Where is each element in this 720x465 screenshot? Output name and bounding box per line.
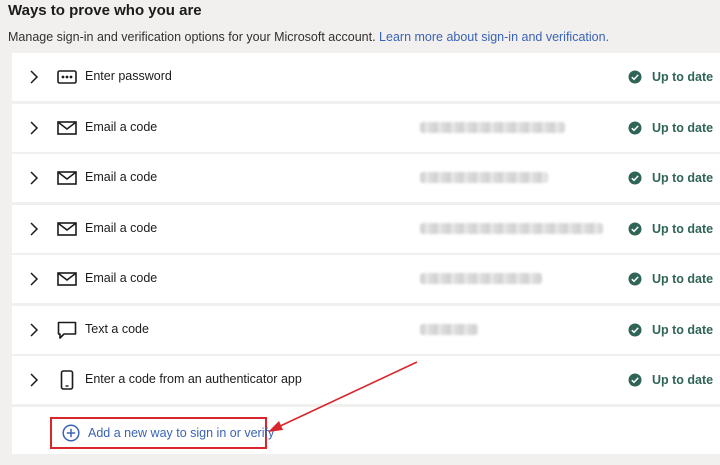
- status-text: Up to date: [652, 70, 714, 84]
- chevron-right-icon[interactable]: [28, 121, 40, 135]
- method-row-email[interactable]: Email a code Up to date: [12, 104, 720, 152]
- phone-icon: [60, 370, 74, 390]
- chevron-right-icon[interactable]: [28, 272, 40, 286]
- page-subtitle: Manage sign-in and verification options …: [8, 30, 609, 44]
- redacted-detail: [420, 273, 542, 284]
- status-text: Up to date: [652, 222, 714, 236]
- add-method-button[interactable]: Add a new way to sign in or verify: [50, 417, 274, 449]
- add-method-row: Add a new way to sign in or verify: [12, 407, 720, 454]
- add-method-label: Add a new way to sign in or verify: [88, 426, 275, 440]
- redacted-detail: [420, 324, 478, 335]
- status-badge: Up to date: [628, 221, 713, 237]
- check-circle-icon: [628, 222, 642, 236]
- method-label: Text a code: [85, 322, 149, 336]
- check-circle-icon: [628, 121, 642, 135]
- check-circle-icon: [628, 373, 642, 387]
- status-badge: Up to date: [628, 120, 713, 136]
- password-dots-icon: [57, 70, 77, 84]
- status-text: Up to date: [652, 121, 714, 135]
- check-circle-icon: [628, 70, 642, 84]
- method-label: Enter password: [85, 69, 172, 83]
- method-row-email[interactable]: Email a code Up to date: [12, 205, 720, 253]
- chat-bubble-icon: [57, 321, 77, 339]
- page-title: Ways to prove who you are: [8, 2, 202, 19]
- subtitle-text: Manage sign-in and verification options …: [8, 30, 376, 44]
- status-badge: Up to date: [628, 271, 713, 287]
- method-row-password[interactable]: Enter password Up to date: [12, 53, 720, 101]
- envelope-icon: [57, 171, 77, 185]
- check-circle-icon: [628, 171, 642, 185]
- status-badge: Up to date: [628, 69, 713, 85]
- envelope-icon: [57, 272, 77, 286]
- method-row-email[interactable]: Email a code Up to date: [12, 154, 720, 202]
- redacted-detail: [420, 122, 565, 133]
- redacted-detail: [420, 172, 548, 183]
- method-row-authenticator[interactable]: Enter a code from an authenticator app U…: [12, 356, 720, 404]
- chevron-right-icon[interactable]: [28, 222, 40, 236]
- status-badge: Up to date: [628, 322, 713, 338]
- status-badge: Up to date: [628, 170, 713, 186]
- plus-circle-icon: [62, 424, 80, 442]
- method-label: Email a code: [85, 271, 158, 285]
- status-text: Up to date: [652, 272, 714, 286]
- method-row-text[interactable]: Text a code Up to date: [12, 306, 720, 354]
- method-label: Enter a code from an authenticator app: [85, 372, 302, 386]
- method-label: Email a code: [85, 120, 158, 134]
- status-text: Up to date: [652, 373, 714, 387]
- envelope-icon: [57, 222, 77, 236]
- chevron-right-icon[interactable]: [28, 70, 40, 84]
- learn-more-link[interactable]: Learn more about sign-in and verificatio…: [379, 30, 609, 44]
- check-circle-icon: [628, 323, 642, 337]
- method-label: Email a code: [85, 221, 158, 235]
- status-badge: Up to date: [628, 372, 713, 388]
- chevron-right-icon[interactable]: [28, 171, 40, 185]
- envelope-icon: [57, 121, 77, 135]
- status-text: Up to date: [652, 323, 714, 337]
- check-circle-icon: [628, 272, 642, 286]
- redacted-detail: [420, 223, 603, 234]
- status-text: Up to date: [652, 171, 714, 185]
- chevron-right-icon[interactable]: [28, 373, 40, 387]
- method-label: Email a code: [85, 170, 158, 184]
- chevron-right-icon[interactable]: [28, 323, 40, 337]
- method-row-email[interactable]: Email a code Up to date: [12, 255, 720, 303]
